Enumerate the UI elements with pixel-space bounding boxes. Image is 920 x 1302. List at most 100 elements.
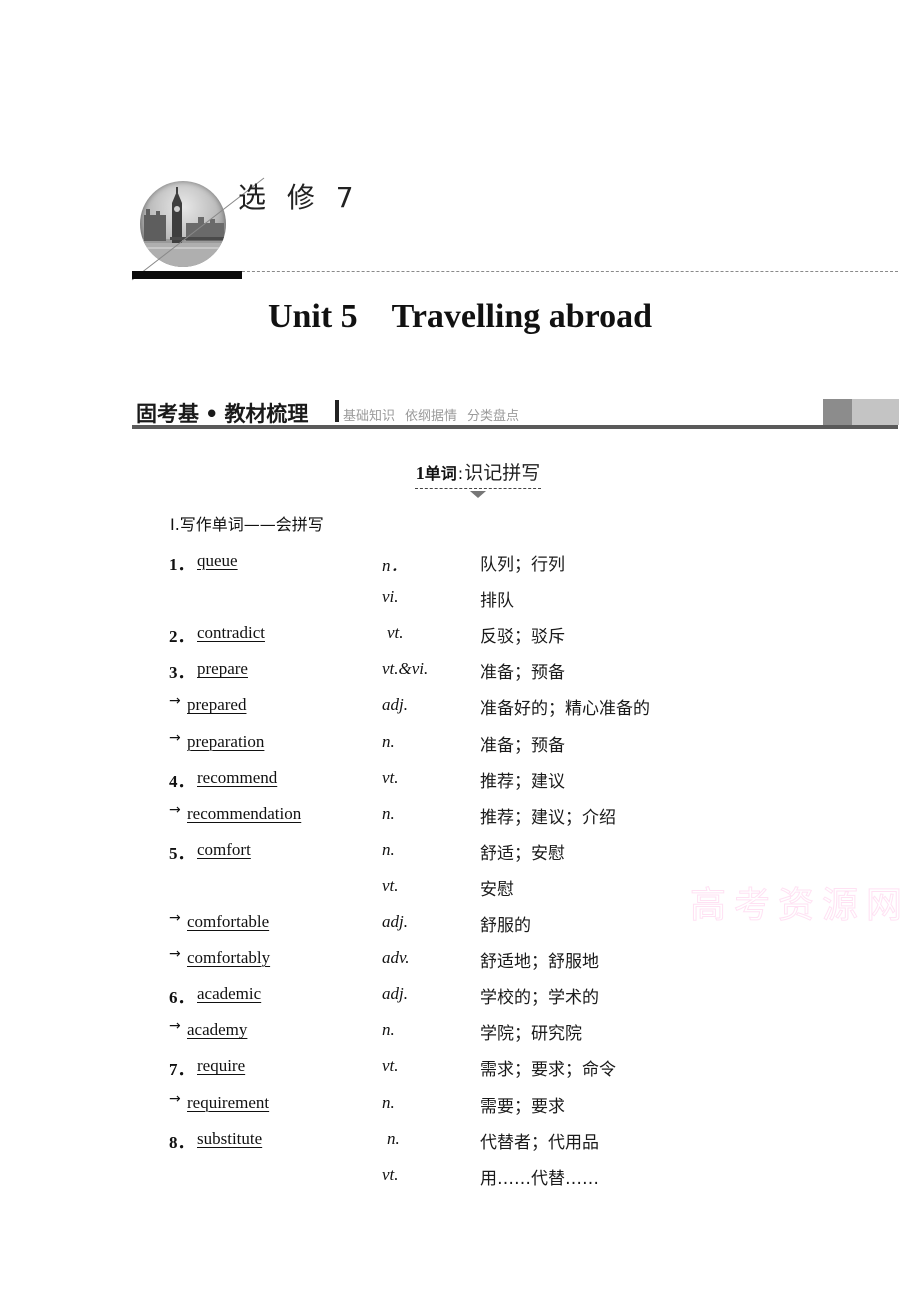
series-title: 选 修 7 (238, 181, 360, 214)
arrow-right-icon: → (169, 801, 181, 818)
vocab-row: 2． contradict vt. 反驳；驳斥 (0, 616, 920, 652)
vocab-row: → preparation n. 准备；预备 (0, 725, 920, 761)
part-of-speech: vt. (387, 623, 404, 643)
vocab-row: vt. 安慰 (0, 869, 920, 905)
banner-title-left: 固考基 (136, 402, 199, 426)
vocab-meaning: 安慰 (480, 879, 514, 900)
banner-underline (132, 425, 898, 429)
vocab-word: queue (197, 551, 238, 570)
item-number: 1． (169, 555, 195, 574)
item-number: 6． (169, 988, 195, 1008)
vocab-word: prepared (187, 695, 247, 715)
unit-title: Unit 5 Travelling abroad (0, 298, 920, 336)
big-ben-medallion-icon (140, 181, 226, 267)
banner-title-right: 教材梳理 (224, 402, 309, 426)
triangle-down-icon (469, 491, 486, 498)
vocab-word: prepare (197, 659, 248, 679)
item-number: 8． (169, 1132, 195, 1152)
part-of-speech: n. (382, 1092, 395, 1112)
arrow-right-icon: → (169, 693, 181, 710)
part-of-speech: adj. (382, 912, 408, 931)
vocab-word: comfortable (187, 912, 270, 931)
vocab-meaning: 学院；研究院 (480, 1024, 582, 1045)
part-of-speech: adj. (382, 695, 408, 715)
part-of-speech: vt. (382, 875, 399, 895)
vocab-word: require (197, 1056, 246, 1076)
vocab-row: → prepared adj. 准备好的；精心准备的 (0, 688, 920, 724)
vocab-word: academy (187, 1020, 248, 1040)
banner-dot: • (205, 402, 219, 426)
vocab-meaning: 队列；行列 (480, 555, 565, 575)
vocab-word: recommend (197, 767, 278, 787)
vocab-row: → academy n. 学院；研究院 (0, 1013, 920, 1049)
vocab-meaning: 排队 (480, 591, 514, 612)
vocab-row: vi. 排队 (0, 580, 920, 616)
vocab-meaning: 准备；预备 (480, 663, 565, 684)
unit-number: Unit 5 (267, 298, 358, 335)
vocab-meaning: 准备；预备 (480, 735, 565, 756)
vocab-row: → requirement n. 需要；要求 (0, 1086, 920, 1122)
vocab-word: comfort (197, 839, 251, 859)
part-of-speech: n. (382, 731, 395, 751)
vocab-word: substitute (197, 1128, 263, 1148)
header-accent-bar (132, 271, 242, 279)
item-number: 2． (169, 627, 195, 647)
vocab-row: 1． queue n． 队列；行列 (0, 544, 920, 580)
arrow-right-icon: → (169, 946, 181, 963)
banner-sub-item: 基础知识 (343, 409, 396, 424)
banner-title: 固考基 • 教材梳理 (136, 398, 308, 428)
part-of-speech: n. (382, 1020, 395, 1040)
vocab-meaning: 舒适地；舒服地 (480, 952, 599, 973)
subheading-number: 1 (415, 463, 425, 483)
part-of-speech: n． (382, 556, 408, 575)
part-of-speech: n. (387, 1128, 400, 1148)
vocab-meaning: 舒服的 (480, 916, 531, 936)
vocab-meaning: 代替者；代用品 (480, 1132, 599, 1153)
arrow-right-icon: → (169, 1090, 181, 1107)
vocab-word: comfortably (187, 948, 271, 968)
part-of-speech: vt. (382, 1164, 399, 1184)
arrow-right-icon: → (169, 910, 181, 926)
subheading-colon: : (457, 464, 464, 483)
vocab-word: requirement (187, 1092, 270, 1112)
vocab-meaning: 反驳；驳斥 (480, 627, 565, 648)
vocab-meaning: 推荐；建议 (480, 771, 565, 792)
subheading: 1单词:识记拼写 (0, 460, 920, 498)
vocab-row: → recommendation n. 推荐；建议；介绍 (0, 797, 920, 833)
vocab-meaning: 准备好的；精心准备的 (480, 699, 650, 720)
part-of-speech: vt. (382, 1056, 399, 1076)
vocab-row: vt. 用……代替…… (0, 1158, 920, 1194)
vocab-row: → comfortably adv. 舒适地；舒服地 (0, 941, 920, 977)
item-number: 7． (169, 1060, 195, 1080)
arrow-right-icon: → (169, 1018, 181, 1035)
item-number: 5． (169, 843, 195, 863)
banner-block-dark (823, 399, 852, 425)
vocab-row: → comfortable adj. 舒服的 (0, 905, 920, 941)
vocab-meaning: 推荐；建议；介绍 (480, 807, 616, 828)
arrow-right-icon: → (169, 729, 181, 746)
banner-separator (335, 400, 339, 422)
big-ben-illustration (140, 187, 226, 267)
section-label: Ⅰ.写作单词——会拼写 (170, 515, 324, 534)
part-of-speech: n. (382, 839, 395, 859)
subheading-light: 识记拼写 (464, 462, 541, 484)
vocab-row: 7． require vt. 需求；要求；命令 (0, 1049, 920, 1085)
item-number: 3． (169, 663, 195, 683)
vocab-meaning: 舒适；安慰 (480, 843, 565, 864)
item-number: 4． (169, 771, 195, 791)
banner-subtitle: 基础知识 依纲据情 分类盘点 (343, 405, 529, 424)
subheading-label: 1单词:识记拼写 (414, 460, 542, 498)
part-of-speech: n. (382, 803, 395, 823)
part-of-speech: vt. (382, 767, 399, 787)
vocab-row: 5． comfort n. 舒适；安慰 (0, 833, 920, 869)
part-of-speech: vt.&vi. (382, 659, 429, 679)
banner-block-light (852, 399, 899, 425)
vocab-word: preparation (187, 731, 265, 751)
banner-sub-item: 依纲据情 (405, 409, 458, 424)
vocab-row: 6． academic adj. 学校的；学术的 (0, 977, 920, 1013)
vocab-row: 8． substitute n. 代替者；代用品 (0, 1122, 920, 1158)
header-divider (232, 271, 898, 272)
vocab-meaning: 需要；要求 (480, 1096, 565, 1117)
section-banner: 固考基 • 教材梳理 基础知识 依纲据情 分类盘点 (132, 396, 899, 430)
vocab-meaning: 用……代替…… (480, 1168, 599, 1189)
